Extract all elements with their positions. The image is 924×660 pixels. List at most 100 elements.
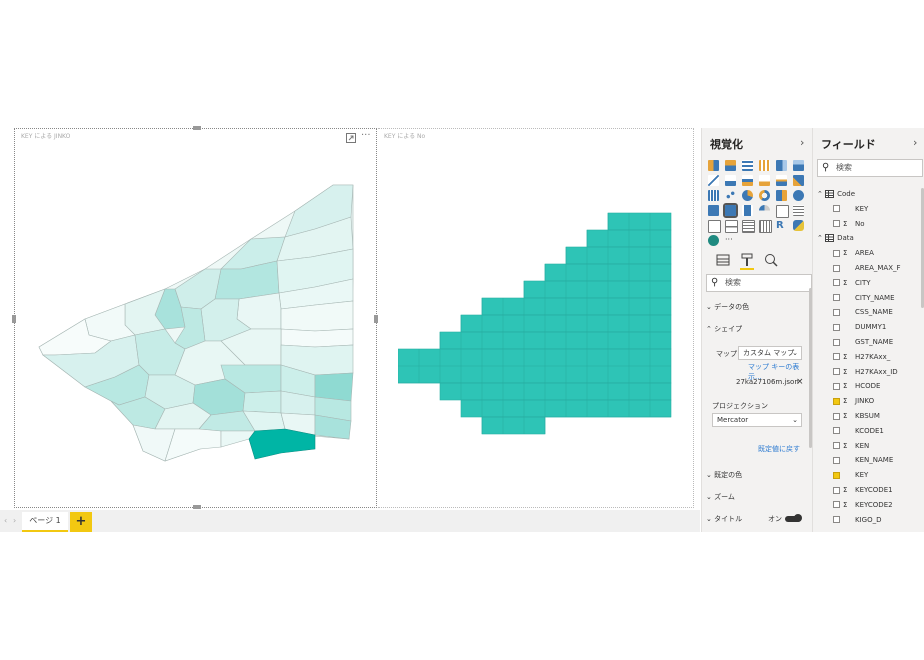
section-title[interactable]: ⌄ タイトル — [706, 514, 742, 524]
section-zoom[interactable]: ⌄ ズーム — [706, 492, 735, 502]
kpi-icon[interactable] — [708, 220, 721, 233]
field-checkbox[interactable] — [833, 249, 840, 257]
funnel-icon[interactable] — [742, 205, 753, 216]
fields-tab-icon[interactable] — [716, 252, 730, 266]
100-stacked-column-icon[interactable] — [793, 160, 804, 171]
choropleth-map[interactable] — [15, 129, 376, 507]
waterfall-icon[interactable] — [708, 190, 719, 201]
section-default-colors[interactable]: ⌄ 既定の色 — [706, 470, 742, 480]
collapse-pane-icon[interactable]: › — [800, 136, 804, 149]
field-item[interactable]: Σ AREA — [833, 249, 874, 257]
100-stacked-bar-icon[interactable] — [776, 160, 787, 171]
field-item[interactable]: KCODE1 — [833, 427, 884, 435]
matrix-icon[interactable] — [759, 220, 772, 233]
field-item[interactable]: KEY — [833, 205, 868, 213]
slicer-icon[interactable] — [725, 220, 738, 233]
field-item[interactable]: GST_NAME — [833, 338, 893, 346]
field-item[interactable]: CITY_NAME — [833, 294, 895, 302]
field-checkbox[interactable] — [833, 442, 840, 450]
section-shape[interactable]: ⌃ シェイプ — [706, 324, 742, 334]
projection-dropdown[interactable]: Mercator ⌄ — [712, 413, 802, 427]
reset-to-default-link[interactable]: 既定値に戻す — [758, 444, 800, 454]
shape-map-visual-no[interactable]: KEY による No — [378, 128, 694, 508]
title-toggle[interactable]: オン — [768, 514, 802, 524]
globe-visual-icon[interactable] — [708, 235, 719, 246]
stacked-column-icon[interactable] — [725, 160, 736, 171]
donut-icon[interactable] — [759, 190, 770, 201]
field-item[interactable]: Σ JINKO — [833, 397, 874, 405]
field-checkbox[interactable] — [833, 338, 840, 346]
ribbon-chart-icon[interactable] — [793, 175, 804, 186]
r-visual-icon[interactable]: R — [776, 220, 787, 231]
field-item[interactable]: AREA_MAX_F — [833, 264, 901, 272]
field-item[interactable]: Σ CITY — [833, 279, 871, 287]
pie-icon[interactable] — [742, 190, 753, 201]
field-item[interactable]: KIGO_D — [833, 516, 881, 524]
gauge-icon[interactable] — [759, 205, 770, 216]
fields-search-input[interactable]: ⚲ 検索 — [817, 159, 923, 177]
stacked-bar-icon[interactable] — [708, 160, 719, 171]
shape-map-icon[interactable] — [723, 203, 738, 218]
scroll-right-icon[interactable]: › — [13, 516, 16, 525]
field-item[interactable]: Σ No — [833, 220, 865, 228]
stacked-area-icon[interactable] — [742, 175, 753, 186]
field-checkbox[interactable] — [833, 382, 840, 390]
analytics-tab-icon[interactable] — [764, 252, 778, 267]
grid-map[interactable] — [398, 211, 674, 435]
table-icon[interactable] — [742, 220, 755, 233]
field-item[interactable]: Σ HCODE — [833, 382, 880, 390]
scatter-icon[interactable] — [725, 190, 736, 201]
field-checkbox[interactable] — [833, 294, 840, 302]
line-column-icon[interactable] — [759, 175, 770, 186]
field-checkbox[interactable] — [833, 323, 840, 331]
table-data[interactable]: ⌃ Data — [817, 234, 854, 243]
clustered-bar-icon[interactable] — [742, 160, 753, 171]
field-item[interactable]: Σ H27KAxx_ID — [833, 368, 898, 376]
table-code[interactable]: ⌃ Code — [817, 190, 855, 198]
add-page-button[interactable]: + — [70, 512, 92, 532]
clustered-column-icon[interactable] — [759, 160, 770, 171]
format-search-input[interactable]: ⚲ 検索 — [706, 274, 812, 292]
field-item[interactable]: Σ KEN — [833, 442, 869, 450]
field-checkbox[interactable] — [833, 471, 840, 479]
field-checkbox[interactable] — [833, 220, 840, 228]
field-item[interactable]: Σ KBSUM — [833, 412, 880, 420]
remove-map-file-icon[interactable]: × — [796, 377, 804, 387]
more-visuals-icon[interactable]: ··· — [725, 235, 736, 246]
field-checkbox[interactable] — [833, 412, 840, 420]
line-stacked-column-icon[interactable] — [776, 175, 787, 186]
python-visual-icon[interactable] — [793, 220, 804, 231]
page-tab-1[interactable]: ページ 1 — [22, 512, 68, 532]
field-checkbox[interactable] — [833, 308, 840, 316]
field-item[interactable]: KEN_NAME — [833, 456, 893, 464]
field-item[interactable]: Σ H27KAxx_ — [833, 353, 890, 361]
field-checkbox[interactable] — [833, 456, 840, 464]
field-item[interactable]: KEY — [833, 471, 868, 479]
collapse-pane-icon[interactable]: › — [913, 136, 917, 149]
treemap-icon[interactable] — [776, 190, 787, 201]
field-item[interactable]: Σ KEYCODE2 — [833, 501, 893, 509]
field-checkbox[interactable] — [833, 279, 840, 287]
area-chart-icon[interactable] — [725, 175, 736, 186]
field-checkbox[interactable] — [833, 205, 840, 213]
field-item[interactable]: Σ KEYCODE1 — [833, 486, 893, 494]
line-chart-icon[interactable] — [708, 175, 719, 186]
section-data-colors[interactable]: ⌄ データの色 — [706, 302, 749, 312]
field-item[interactable]: DUMMY1 — [833, 323, 886, 331]
format-tab-icon[interactable] — [740, 252, 754, 270]
card-icon[interactable] — [776, 205, 789, 218]
field-checkbox[interactable] — [833, 486, 840, 494]
field-checkbox[interactable] — [833, 516, 840, 524]
shape-map-visual-jinko[interactable]: KEY による JINKO ··· — [12, 126, 378, 509]
map-type-dropdown[interactable]: カスタム マップ ⌄ — [738, 346, 802, 360]
field-checkbox[interactable] — [833, 264, 840, 272]
map-icon[interactable] — [793, 190, 804, 201]
field-checkbox[interactable] — [833, 353, 840, 361]
field-item[interactable]: CSS_NAME — [833, 308, 893, 316]
field-checkbox[interactable] — [833, 501, 840, 509]
field-checkbox[interactable] — [833, 397, 840, 405]
field-checkbox[interactable] — [833, 427, 840, 435]
filled-map-icon[interactable] — [708, 205, 719, 216]
field-checkbox[interactable] — [833, 368, 840, 376]
multi-row-card-icon[interactable] — [793, 205, 804, 216]
